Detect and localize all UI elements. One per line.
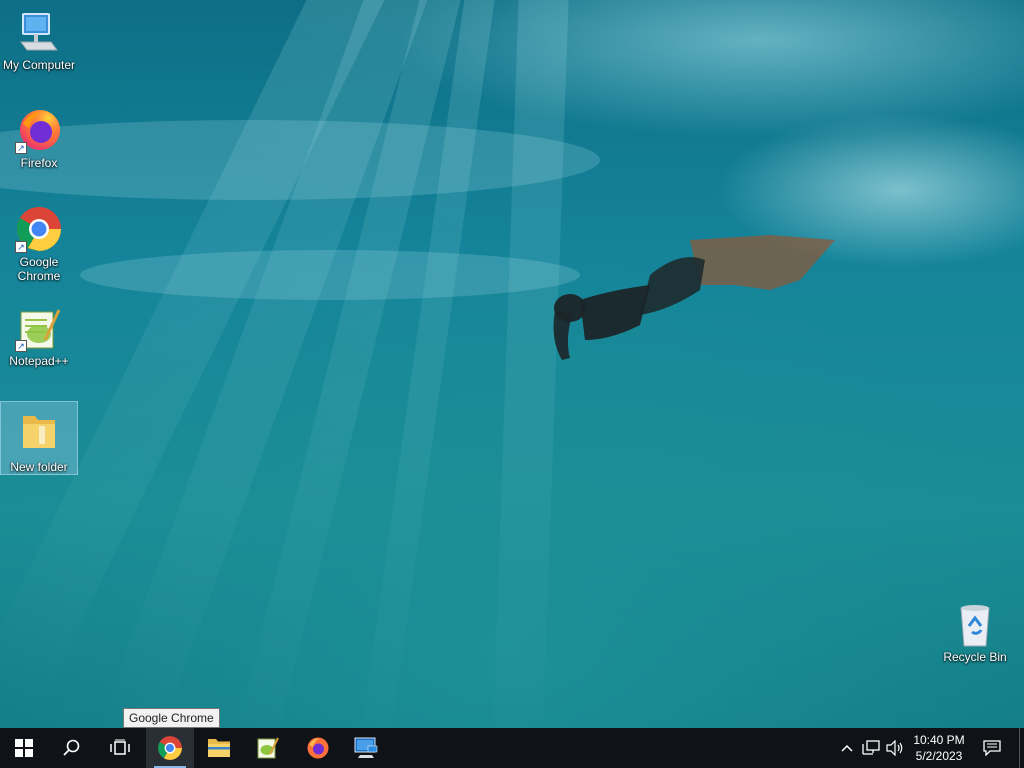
water-ripple [80, 250, 580, 300]
shortcut-arrow-icon: ↗ [15, 340, 27, 352]
start-button[interactable] [0, 728, 48, 768]
show-desktop-button[interactable] [1019, 728, 1020, 768]
recycle-bin-icon [951, 600, 999, 648]
desktop-icon-my-computer[interactable]: My Computer [1, 8, 77, 72]
notification-icon [983, 740, 1001, 756]
volume-tray-button[interactable] [884, 728, 906, 768]
firefox-icon: ↗ [15, 106, 63, 154]
desktop-icon-label: Firefox [20, 156, 58, 170]
remote-desktop-icon [354, 737, 378, 758]
desktop-background[interactable]: My Computer ↗ Firefox ↗ Google Chrome ↗ … [0, 0, 1024, 728]
desktop-icon-label: New folder [10, 460, 68, 474]
search-button[interactable] [48, 728, 96, 768]
notepad-plus-plus-icon: ↗ [15, 304, 63, 352]
network-icon [862, 740, 880, 755]
desktop-icon-google-chrome[interactable]: ↗ Google Chrome [1, 205, 77, 283]
show-hidden-icons-button[interactable] [838, 728, 856, 768]
clock-time: 10:40 PM [913, 733, 965, 747]
notification-center-button[interactable] [978, 728, 1006, 768]
taskbar-chrome-button[interactable] [146, 728, 194, 768]
desktop-icon-label: Google Chrome [17, 255, 61, 283]
network-tray-button[interactable] [860, 728, 882, 768]
folder-icon [208, 739, 230, 757]
water-ripple [0, 120, 600, 200]
desktop-icon-firefox[interactable]: ↗ Firefox [1, 106, 77, 170]
shortcut-arrow-icon: ↗ [15, 142, 27, 154]
diver-silhouette [553, 235, 835, 360]
volume-icon [886, 740, 903, 756]
desktop-icon-new-folder[interactable]: New folder [0, 401, 78, 475]
search-icon [63, 739, 80, 756]
taskbar-file-explorer-button[interactable] [195, 728, 243, 768]
taskbar-notepad-plus-plus-button[interactable] [244, 728, 292, 768]
notepad-plus-plus-icon [257, 737, 279, 759]
desktop-icon-notepad-plus-plus[interactable]: ↗ Notepad++ [1, 304, 77, 368]
task-view-icon [110, 739, 130, 755]
shortcut-arrow-icon: ↗ [15, 241, 27, 253]
desktop-icon-label: My Computer [2, 58, 76, 72]
chevron-up-icon [841, 744, 853, 752]
taskbar: 10:40 PM 5/2/2023 [0, 728, 1024, 768]
clock-date: 5/2/2023 [915, 749, 963, 763]
desktop-icon-recycle-bin[interactable]: Recycle Bin [937, 600, 1013, 664]
taskbar-firefox-button[interactable] [294, 728, 342, 768]
task-view-button[interactable] [96, 728, 144, 768]
taskbar-remote-desktop-button[interactable] [342, 728, 390, 768]
folder-icon [15, 406, 63, 454]
taskbar-tooltip: Google Chrome [123, 708, 220, 728]
chrome-icon: ↗ [15, 205, 63, 253]
computer-icon [15, 8, 63, 56]
desktop-icon-label: Notepad++ [9, 354, 69, 368]
chrome-icon [158, 736, 182, 760]
taskbar-clock[interactable]: 10:40 PM 5/2/2023 [906, 732, 972, 764]
windows-logo-icon [15, 739, 33, 757]
desktop-icon-label: Recycle Bin [943, 650, 1007, 664]
firefox-icon [307, 737, 329, 759]
